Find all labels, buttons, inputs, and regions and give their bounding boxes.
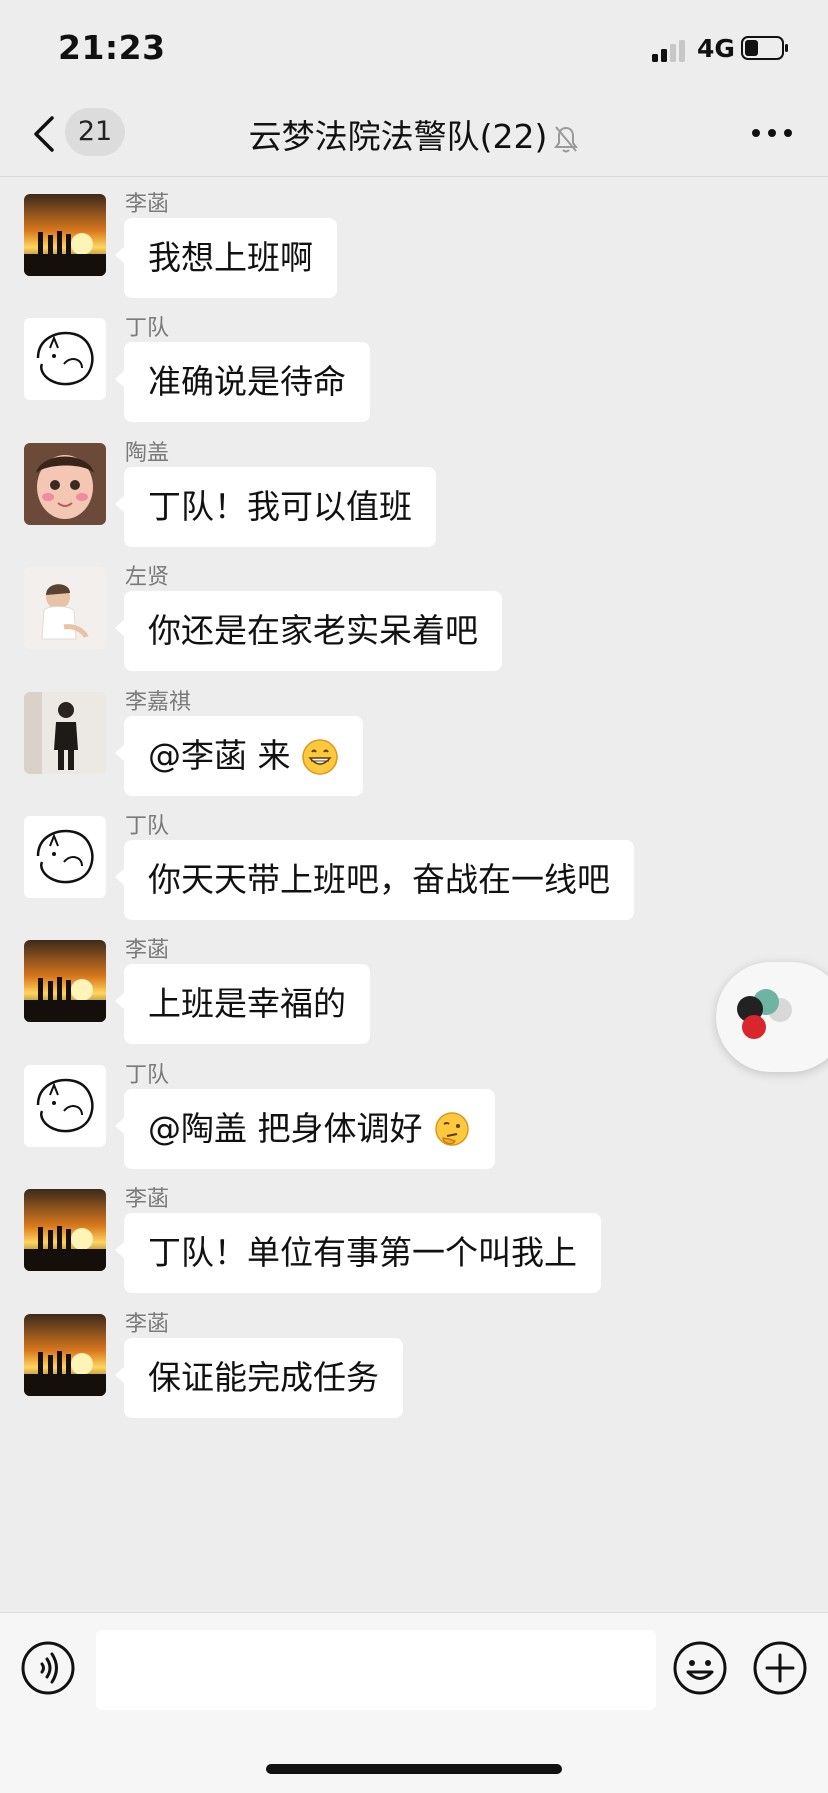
avatar[interactable]: [24, 1189, 106, 1272]
message-row: 陶盖丁队！我可以值班: [0, 421, 828, 551]
battery-icon: [741, 36, 788, 60]
avatar[interactable]: [24, 816, 106, 898]
message-row: 丁队 @陶盖 把身体调好: [0, 1043, 828, 1173]
sender-name: 李嘉祺: [125, 689, 192, 715]
avatar[interactable]: [24, 442, 106, 525]
message-text: 上班是幸福的: [148, 984, 346, 1024]
floating-window-icon: [737, 989, 792, 1039]
avatar[interactable]: [24, 194, 106, 276]
message-text: 准确说是待命: [148, 362, 346, 402]
sender-name: 李菡: [125, 1187, 170, 1213]
message-bubble[interactable]: 丁队！单位有事第一个叫我上: [115, 1213, 601, 1294]
status-bar: 21:23 4G: [0, 0, 828, 100]
signal-icon: [652, 40, 685, 62]
message-row: 李菡上班是幸福的: [0, 918, 828, 1048]
message-text: @陶盖 把身体调好: [148, 1108, 423, 1148]
chat-title[interactable]: 云梦法院法警队(22): [100, 110, 728, 158]
chat-title-text: 云梦法院法警队(22): [248, 117, 548, 156]
message-row: 李嘉祺 @李菡 来: [0, 670, 828, 800]
sender-name: 丁队: [125, 316, 170, 342]
home-indicator: [266, 1764, 562, 1774]
message-bubble[interactable]: 准确说是待命: [115, 342, 370, 423]
message-row: 李菡保证能完成任务: [0, 1292, 828, 1422]
message-bubble[interactable]: @李菡 来: [115, 715, 363, 796]
more-options-icon[interactable]: [750, 118, 794, 148]
message-bubble[interactable]: 上班是幸福的: [115, 964, 370, 1045]
plus-icon[interactable]: [752, 1640, 808, 1696]
voice-input-icon[interactable]: [20, 1640, 76, 1696]
sender-name: 左贤: [125, 565, 170, 591]
sender-name: 李菡: [125, 1311, 170, 1337]
message-bubble[interactable]: @陶盖 把身体调好: [115, 1088, 495, 1169]
message-bubble[interactable]: 丁队！我可以值班: [115, 466, 436, 547]
sender-name: 陶盖: [125, 440, 170, 466]
message-text: 丁队！我可以值班: [148, 486, 412, 526]
emoji-icon[interactable]: [672, 1640, 728, 1696]
sender-name: 李菡: [125, 938, 170, 964]
back-icon[interactable]: [30, 114, 60, 154]
avatar[interactable]: [24, 940, 106, 1023]
avatar[interactable]: [24, 318, 106, 401]
message-text: 保证能完成任务: [148, 1357, 379, 1397]
message-bubble[interactable]: 你天天带上班吧，奋战在一线吧: [115, 840, 634, 920]
status-time: 21:23: [58, 28, 166, 67]
network-type: 4G: [697, 34, 735, 63]
thinking-emoji-icon: [434, 1112, 469, 1147]
message-row: 丁队你天天带上班吧，奋战在一线吧: [0, 794, 828, 924]
avatar[interactable]: [24, 1313, 106, 1396]
message-row: 李菡我想上班啊: [0, 172, 828, 302]
message-row: 李菡丁队！单位有事第一个叫我上: [0, 1167, 828, 1297]
muted-bell-icon: [554, 125, 579, 152]
message-text: 你天天带上班吧，奋战在一线吧: [148, 860, 610, 899]
message-input[interactable]: [96, 1630, 656, 1710]
grin-emoji-icon: [301, 739, 338, 775]
message-bubble[interactable]: 你还是在家老实呆着吧: [115, 591, 502, 672]
message-row: 左贤你还是在家老实呆着吧: [0, 545, 828, 675]
avatar[interactable]: [24, 567, 106, 650]
sender-name: 丁队: [125, 1062, 170, 1088]
message-text: 我想上班啊: [148, 238, 313, 277]
message-text: 丁队！单位有事第一个叫我上: [148, 1233, 577, 1273]
message-bubble[interactable]: 我想上班啊: [115, 218, 337, 298]
message-text: @李菡 来: [148, 735, 291, 775]
message-text: 你还是在家老实呆着吧: [148, 611, 478, 651]
avatar[interactable]: [24, 691, 106, 774]
floating-window-button[interactable]: [716, 962, 828, 1072]
message-bubble[interactable]: 保证能完成任务: [115, 1337, 403, 1418]
sender-name: 李菡: [125, 192, 170, 217]
message-row: 丁队准确说是待命: [0, 296, 828, 426]
avatar[interactable]: [24, 1064, 106, 1147]
sender-name: 丁队: [125, 814, 170, 839]
